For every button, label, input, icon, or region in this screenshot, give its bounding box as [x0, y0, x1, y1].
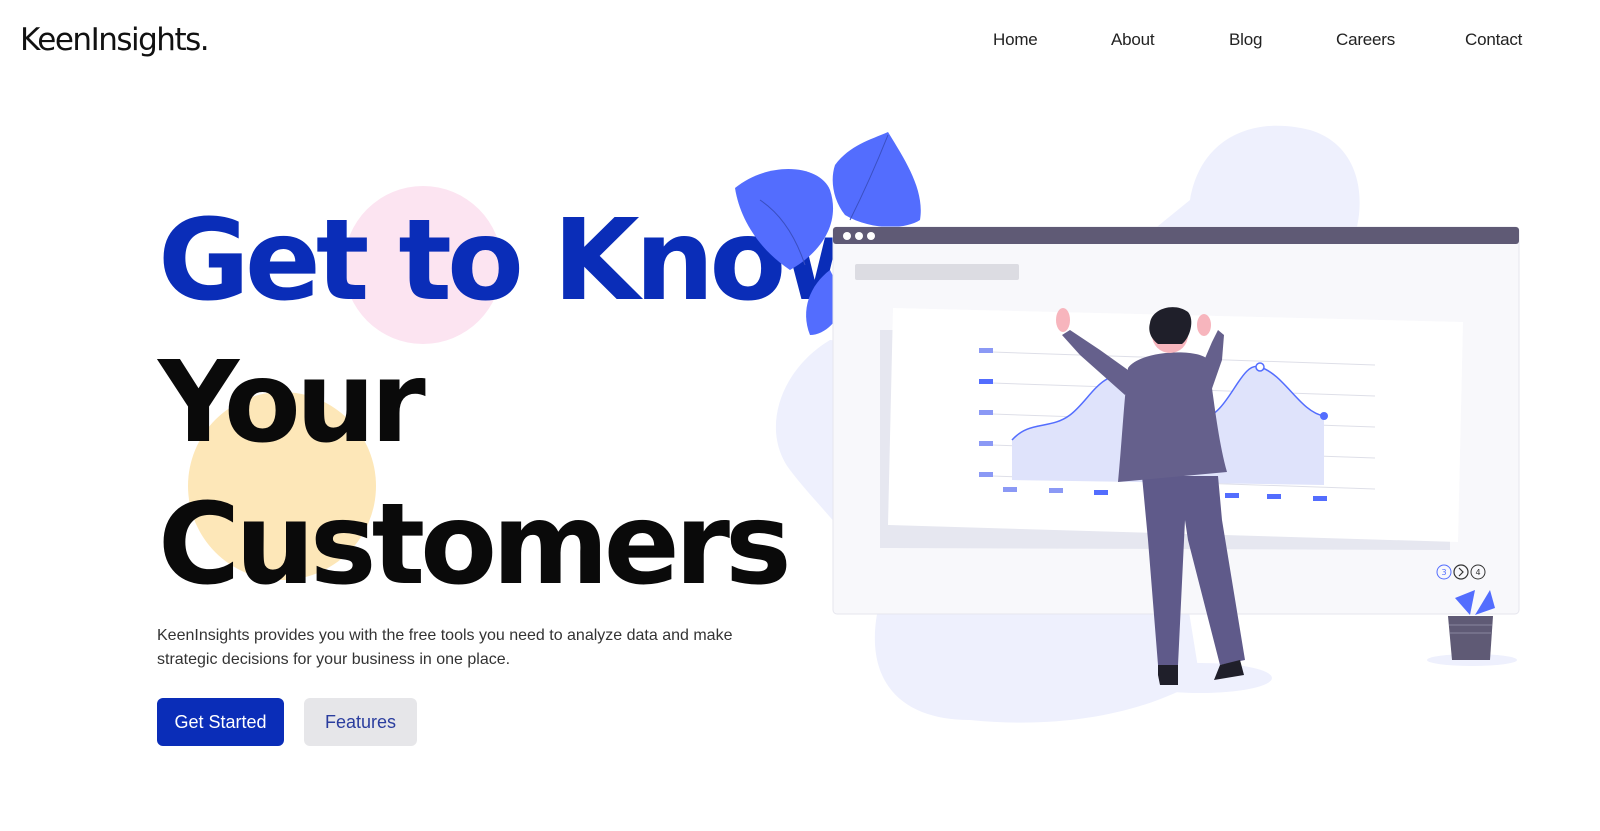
- nav-careers[interactable]: Careers: [1336, 30, 1395, 50]
- pager-page-3: 3: [1441, 568, 1446, 577]
- pager-page-4: 4: [1475, 568, 1480, 577]
- nav-home[interactable]: Home: [993, 30, 1038, 50]
- nav-contact[interactable]: Contact: [1465, 30, 1522, 50]
- main-nav: Home About Blog Careers Contact: [0, 30, 1600, 54]
- nav-about[interactable]: About: [1111, 30, 1155, 50]
- nav-blog[interactable]: Blog: [1229, 30, 1262, 50]
- hero-description: KeenInsights provides you with the free …: [157, 627, 733, 668]
- get-started-button[interactable]: Get Started: [157, 698, 284, 746]
- landing-page: KeenInsights. Home About Blog Careers Co…: [0, 0, 1600, 831]
- features-button[interactable]: Features: [304, 698, 417, 746]
- hero-illustration: 3 4: [735, 125, 1520, 723]
